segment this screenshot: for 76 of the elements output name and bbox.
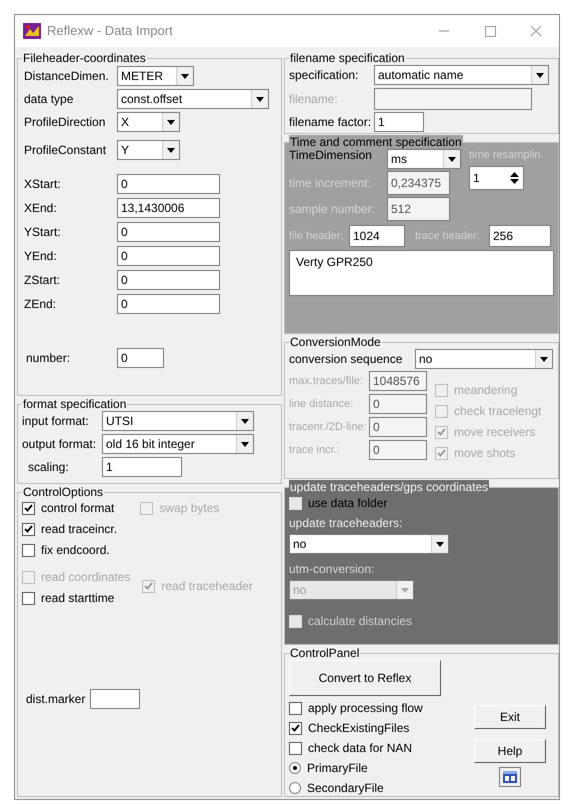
field-label: ZStart: <box>23 272 62 289</box>
checkbox-label: apply processing flow <box>308 700 423 717</box>
dropdown[interactable]: no <box>289 534 449 554</box>
field-label: filename factor: <box>289 114 372 131</box>
checkbox-label: move receivers <box>454 424 536 441</box>
text-field[interactable]: 1 <box>102 457 182 477</box>
text-field[interactable]: 0 <box>117 294 220 314</box>
field-label: ZEnd: <box>23 296 58 313</box>
field-label: filename: <box>289 91 339 108</box>
checkbox-label: fix endcoord. <box>41 542 110 559</box>
field-label: XStart: <box>23 176 62 193</box>
field-label: specification: <box>289 67 360 84</box>
field-label: TimeDimension <box>289 147 373 164</box>
field-label: trace incr.: <box>289 442 341 458</box>
dropdown[interactable]: UTSI <box>102 411 254 431</box>
checkbox-label: read starttime <box>41 590 114 607</box>
field-label: ProfileConstant <box>23 142 108 159</box>
field-label: tracenr./2D-line: <box>289 420 368 435</box>
text-field[interactable]: 13,1430006 <box>117 198 220 218</box>
field-label: DistanceDimen. <box>23 68 110 85</box>
field-label: data type <box>23 91 74 108</box>
field-label: YStart: <box>23 224 62 241</box>
text-field[interactable]: 0 <box>117 174 220 194</box>
field-label: output format: <box>22 436 98 453</box>
checkbox-label: read traceincr. <box>41 521 118 538</box>
dropdown[interactable]: METER <box>117 66 194 86</box>
field-label: utm-conversion: <box>289 561 376 578</box>
group-title: ControlOptions <box>22 485 104 499</box>
checkbox-label: meandering <box>454 382 518 399</box>
dropdown[interactable]: ms <box>387 149 461 169</box>
field-label: update traceheaders: <box>289 515 404 532</box>
dropdown[interactable]: no <box>415 349 553 369</box>
window-title: Reflexw - Data Import <box>47 22 173 40</box>
checkbox-label: move shots <box>454 445 516 462</box>
field-label: ProfileDirection <box>23 114 106 131</box>
field-label: line distance: <box>289 396 354 412</box>
text-field[interactable]: 0 <box>117 222 220 242</box>
group-title: update traceheaders/gps coordinates <box>289 480 490 494</box>
dropdown[interactable]: const.offset <box>117 89 269 109</box>
dropdown[interactable]: Y <box>117 140 180 160</box>
comment-field[interactable]: Verty GPR250 <box>289 250 554 296</box>
group-title: Fileheader-coordinates <box>22 51 147 65</box>
field-label: scaling: <box>27 459 70 476</box>
field-label: conversion sequence <box>289 351 404 368</box>
field-label: XEnd: <box>23 200 58 217</box>
radio-label: SecondaryFile <box>307 780 384 797</box>
group-title: ControlPanel <box>289 646 360 660</box>
dropdown[interactable]: old 16 bit integer <box>102 434 254 454</box>
field-label: max.traces/file: <box>289 374 364 389</box>
checkbox-label: control format <box>41 500 114 517</box>
field-label: number: <box>25 350 72 367</box>
text-field[interactable]: 0 <box>117 270 220 290</box>
checkbox-label: CheckExistingFiles <box>308 720 410 737</box>
exit-button[interactable]: Exit <box>474 705 546 729</box>
text-field[interactable]: 1 <box>374 112 424 132</box>
group-title: ConversionMode <box>289 335 382 349</box>
radio-label: PrimaryFile <box>307 760 368 777</box>
field-label: YEnd: <box>23 248 58 265</box>
checkbox-label: read coordinates <box>41 569 130 586</box>
group-title: format specification <box>22 397 128 411</box>
checkbox-label: check tracelengt <box>454 403 542 420</box>
checkbox-label: calculate distancies <box>308 613 412 630</box>
convert-button[interactable]: Convert to Reflex <box>289 660 441 696</box>
dropdown[interactable]: X <box>117 112 180 132</box>
group-title: Time and comment specification <box>289 135 463 149</box>
field-label: dist.marker <box>25 691 86 708</box>
checkbox-label: use data folder <box>308 495 388 512</box>
field-label: input format: <box>22 413 90 430</box>
text-field[interactable]: 0 <box>117 246 220 266</box>
checkbox-label: read traceheader <box>161 578 253 595</box>
group-title: filename specification <box>289 51 406 65</box>
checkbox-label: swap bytes <box>159 500 220 517</box>
text-field[interactable]: 0 <box>117 348 164 368</box>
checkbox-label: check data for NAN <box>308 740 412 757</box>
help-button[interactable]: Help <box>474 739 546 763</box>
dropdown[interactable]: automatic name <box>374 65 549 85</box>
